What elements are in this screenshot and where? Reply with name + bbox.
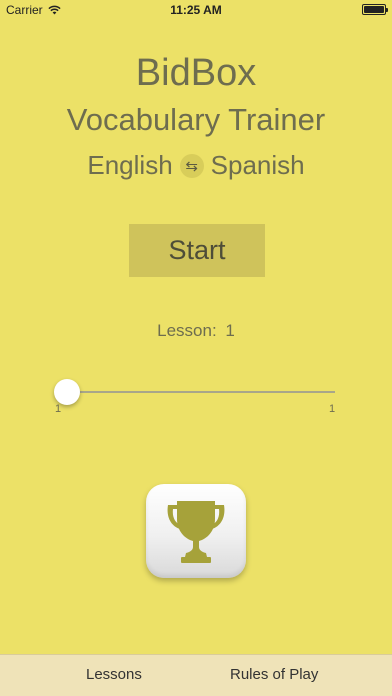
language-from: English <box>87 150 173 180</box>
app-title: BidBox <box>135 52 257 94</box>
slider-max-label: 1 <box>329 403 336 415</box>
app-subtitle: Vocabulary Trainer <box>66 102 326 137</box>
status-time: 11:25 AM <box>170 3 222 17</box>
language-pair: English ⇆ Spanish <box>0 150 392 181</box>
lesson-label: Lesson: <box>157 321 217 340</box>
start-button[interactable]: Start <box>129 224 265 277</box>
swap-languages-icon[interactable]: ⇆ <box>179 153 204 178</box>
trophy-icon <box>167 501 225 563</box>
lesson-slider-track[interactable] <box>67 391 335 393</box>
tab-rules-of-play[interactable]: Rules of Play <box>230 666 318 683</box>
language-to: Spanish <box>210 150 305 180</box>
lesson-indicator: Lesson: 1 <box>0 321 392 341</box>
tab-lessons[interactable]: Lessons <box>86 666 142 683</box>
tab-bar: Lessons Rules of Play <box>0 654 392 696</box>
slider-min-label: 1 <box>55 403 62 415</box>
lesson-value: 1 <box>225 321 235 340</box>
lesson-slider-thumb[interactable] <box>54 379 80 405</box>
status-bar: Carrier 11:25 AM <box>0 0 392 20</box>
battery-icon <box>362 4 388 15</box>
trophy-button[interactable] <box>146 484 246 578</box>
